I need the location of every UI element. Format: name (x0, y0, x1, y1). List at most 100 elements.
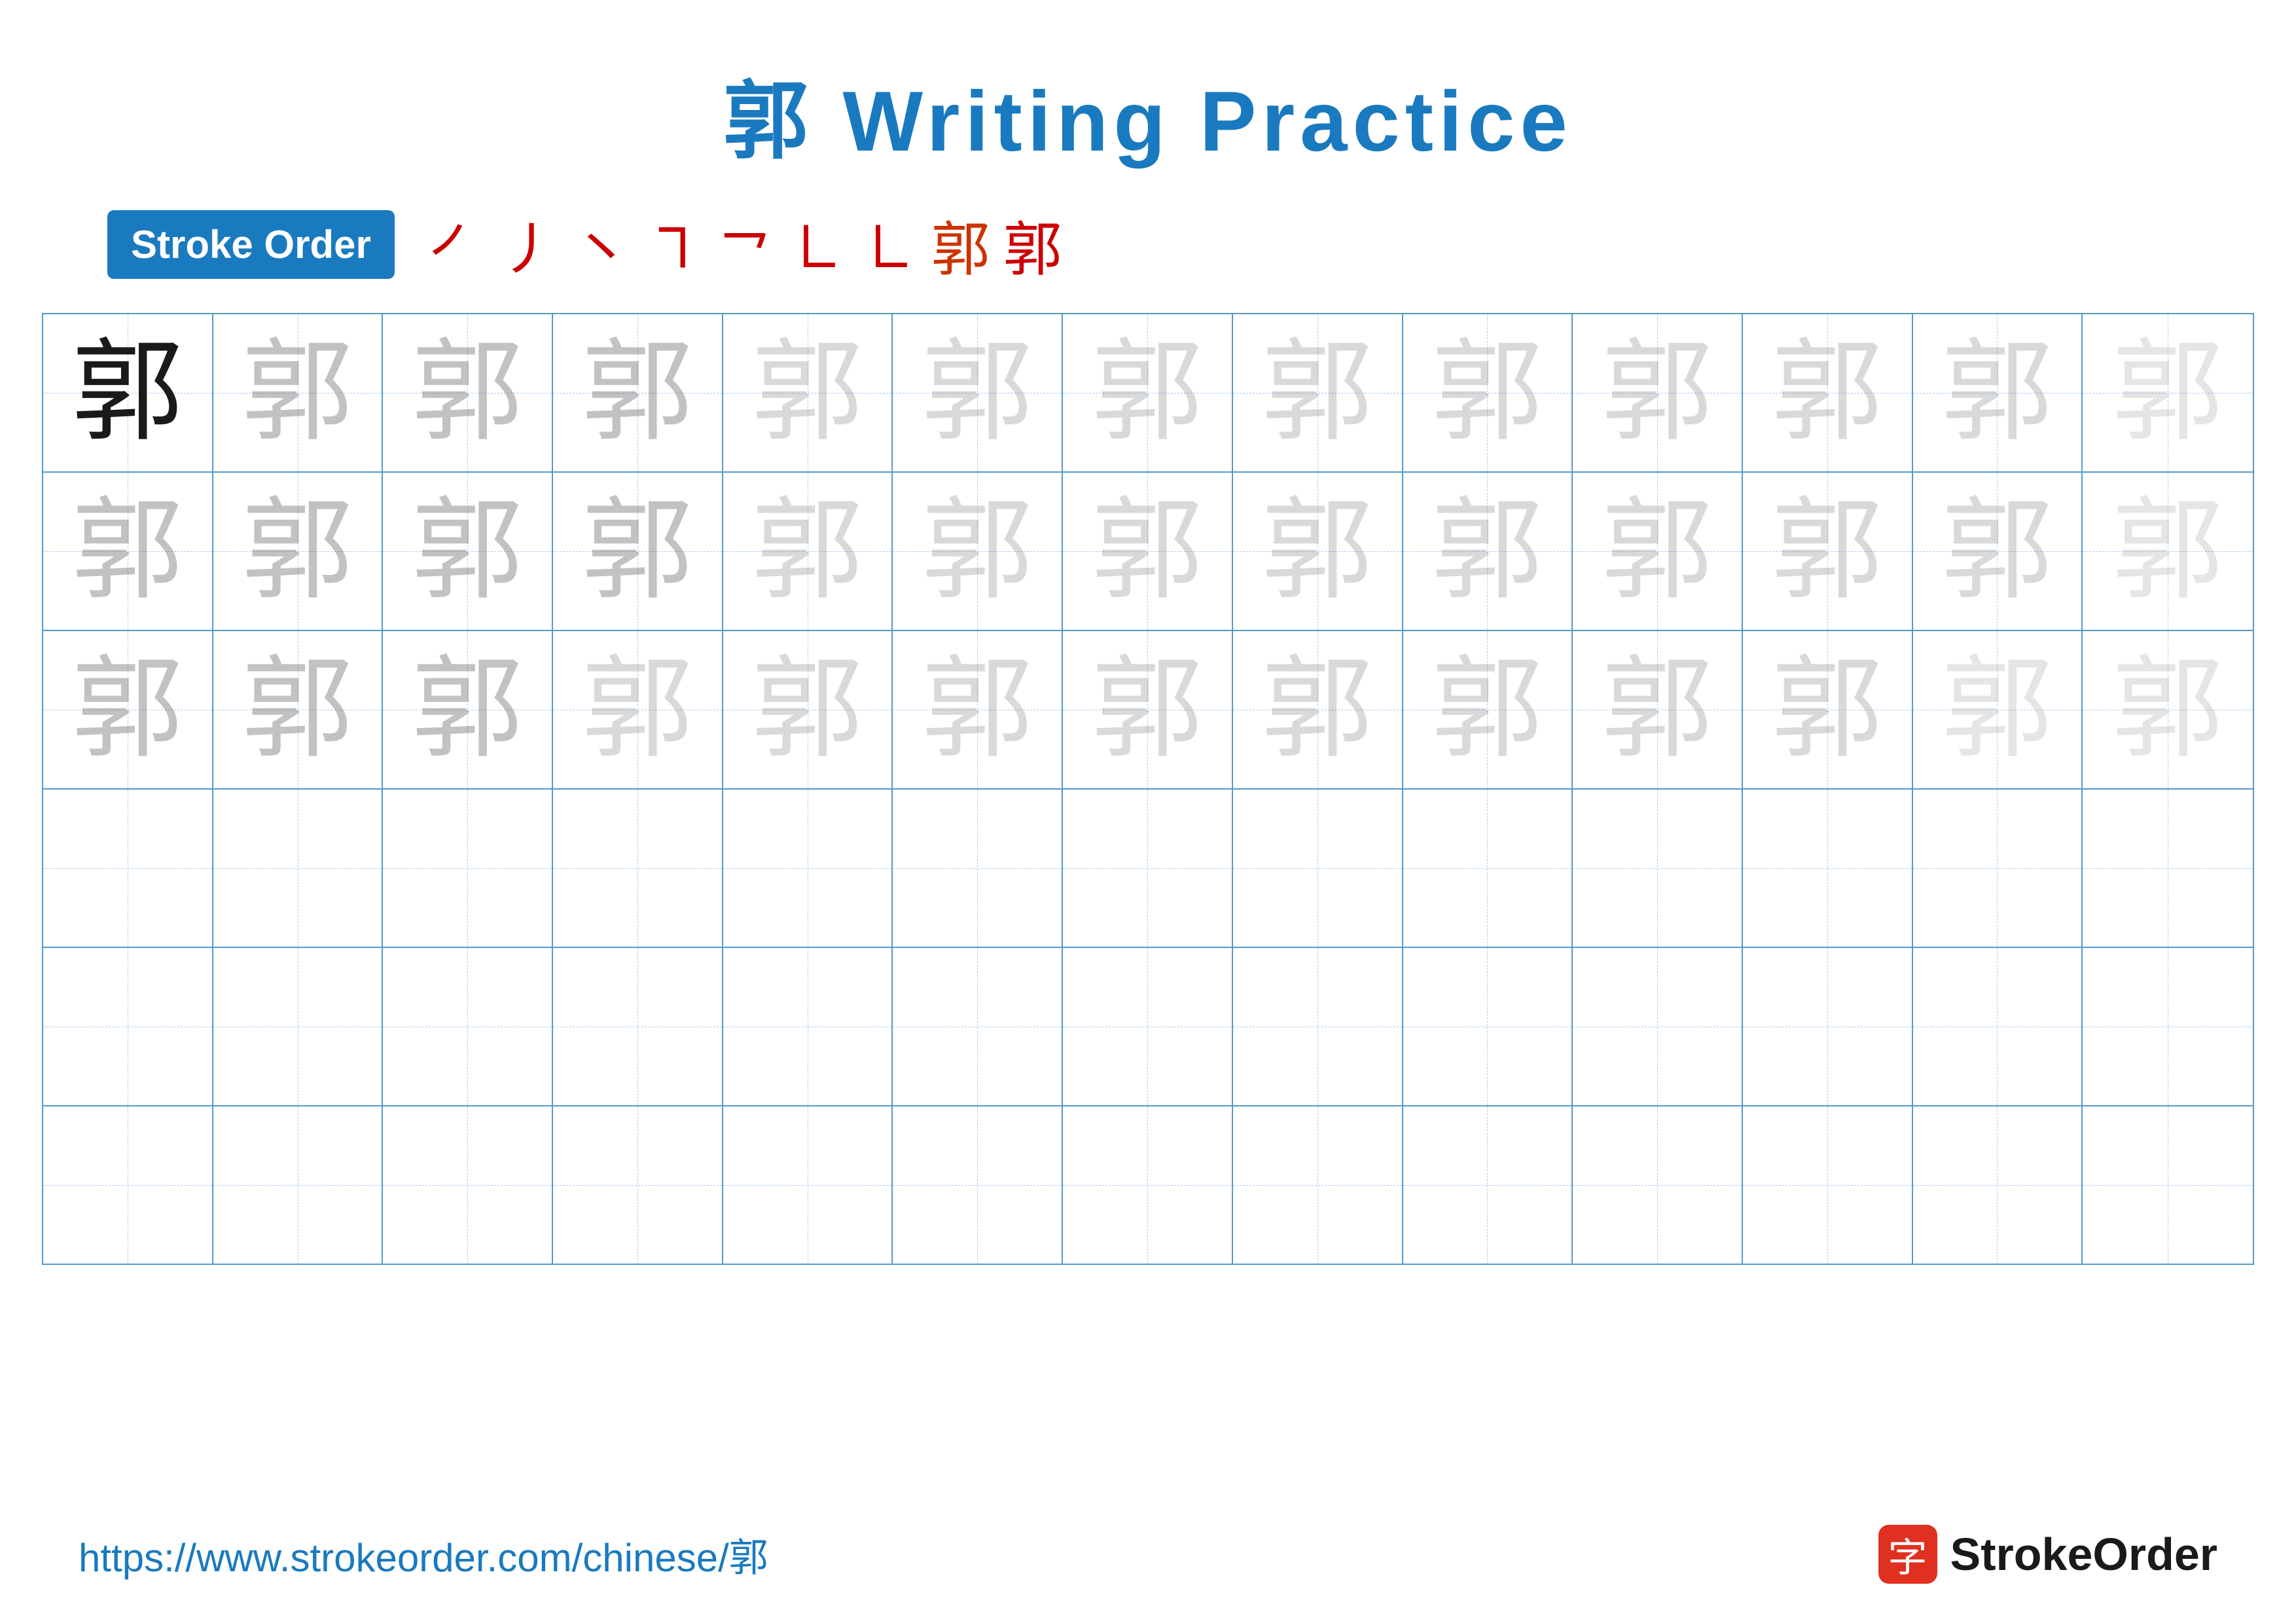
grid-cell[interactable]: 郭 (2083, 473, 2253, 630)
grid-cell[interactable] (1573, 948, 1743, 1105)
grid-cell[interactable] (383, 1106, 553, 1264)
grid-cell[interactable]: 郭 (1743, 473, 1913, 630)
title-text: Writing Practice (842, 73, 1572, 169)
practice-char: 郭 (1772, 337, 1883, 448)
grid-cell[interactable] (43, 948, 213, 1105)
grid-cell[interactable]: 郭 (1743, 314, 1913, 471)
grid-cell[interactable]: 郭 (1403, 473, 1573, 630)
grid-cell[interactable]: 郭 (553, 314, 723, 471)
grid-cell[interactable]: 郭 (383, 314, 553, 471)
grid-cell[interactable]: 郭 (1573, 631, 1743, 788)
grid-cell[interactable] (1573, 790, 1743, 947)
grid-cell[interactable]: 郭 (43, 473, 213, 630)
grid-cell[interactable] (1743, 790, 1913, 947)
grid-cell[interactable]: 郭 (1743, 631, 1913, 788)
grid-cell[interactable] (213, 1106, 384, 1264)
grid-cell[interactable] (383, 948, 553, 1105)
grid-cell[interactable]: 郭 (1063, 473, 1233, 630)
grid-cell[interactable]: 郭 (723, 314, 893, 471)
stroke-sequence: ㇒ ㇓ ㇔ ㇕ ㇖ ㇗ ㇗ 郭 郭 (427, 202, 1062, 287)
grid-cell[interactable]: 郭 (893, 314, 1063, 471)
practice-char: 郭 (72, 654, 183, 765)
grid-cell[interactable]: 郭 (553, 631, 723, 788)
stroke-9: 郭 (1003, 202, 1062, 287)
grid-cell[interactable] (1403, 790, 1573, 947)
grid-cell[interactable] (1403, 1106, 1573, 1264)
grid-cell[interactable] (1233, 1106, 1403, 1264)
grid-cell[interactable]: 郭 (893, 631, 1063, 788)
grid-cell[interactable] (1063, 790, 1233, 947)
grid-cell[interactable]: 郭 (1233, 631, 1403, 788)
page: 郭 Writing Practice Stroke Order ㇒ ㇓ ㇔ ㇕ … (0, 0, 2296, 1623)
practice-char: 郭 (72, 337, 183, 448)
grid-cell[interactable]: 郭 (553, 473, 723, 630)
grid-cell[interactable] (43, 790, 213, 947)
grid-cell[interactable]: 郭 (1233, 473, 1403, 630)
grid-cell[interactable]: 郭 (1913, 314, 2083, 471)
grid-cell[interactable] (893, 948, 1063, 1105)
brand-name: StrokeOrder (1950, 1528, 2217, 1580)
grid-cell[interactable] (43, 1106, 213, 1264)
grid-cell[interactable] (1913, 790, 2083, 947)
practice-char: 郭 (1602, 654, 1713, 765)
grid-cell[interactable]: 郭 (1913, 631, 2083, 788)
practice-char: 郭 (242, 337, 353, 448)
grid-cell[interactable] (2083, 790, 2253, 947)
stroke-8: 郭 (931, 202, 990, 287)
grid-cell[interactable] (213, 790, 384, 947)
grid-cell[interactable] (383, 790, 553, 947)
grid-cell[interactable]: 郭 (43, 631, 213, 788)
grid-cell[interactable] (723, 790, 893, 947)
grid-cell[interactable]: 郭 (43, 314, 213, 471)
practice-char: 郭 (2112, 337, 2223, 448)
grid-cell[interactable] (1233, 948, 1403, 1105)
grid-cell[interactable] (893, 790, 1063, 947)
grid-row-6 (43, 1106, 2253, 1264)
grid-cell[interactable] (553, 790, 723, 947)
grid-cell[interactable]: 郭 (213, 473, 384, 630)
stroke-5: ㇖ (715, 202, 774, 287)
grid-cell[interactable] (213, 948, 384, 1105)
grid-cell[interactable]: 郭 (1403, 314, 1573, 471)
grid-cell[interactable] (553, 948, 723, 1105)
page-title: 郭 Writing Practice (723, 52, 1572, 175)
grid-cell[interactable]: 郭 (1573, 314, 1743, 471)
grid-cell[interactable]: 郭 (213, 314, 384, 471)
grid-cell[interactable] (723, 1106, 893, 1264)
grid-cell[interactable]: 郭 (1403, 631, 1573, 788)
practice-char: 郭 (1602, 337, 1713, 448)
grid-cell[interactable] (1063, 1106, 1233, 1264)
grid-cell[interactable]: 郭 (1573, 473, 1743, 630)
grid-cell[interactable]: 郭 (383, 473, 553, 630)
grid-cell[interactable]: 郭 (723, 631, 893, 788)
practice-char: 郭 (1941, 496, 2053, 607)
grid-cell[interactable] (893, 1106, 1063, 1264)
grid-cell[interactable]: 郭 (383, 631, 553, 788)
grid-cell[interactable]: 郭 (893, 473, 1063, 630)
grid-cell[interactable] (553, 1106, 723, 1264)
practice-char: 郭 (1431, 496, 1543, 607)
grid-cell[interactable] (1233, 790, 1403, 947)
grid-cell[interactable] (2083, 948, 2253, 1105)
grid-cell[interactable]: 郭 (213, 631, 384, 788)
grid-cell[interactable]: 郭 (1063, 314, 1233, 471)
grid-row-1: 郭 郭 郭 郭 郭 郭 郭 郭 郭 (43, 314, 2253, 473)
grid-cell[interactable]: 郭 (1233, 314, 1403, 471)
grid-cell[interactable] (1403, 948, 1573, 1105)
practice-char: 郭 (412, 337, 523, 448)
grid-cell[interactable] (1743, 1106, 1913, 1264)
grid-cell[interactable] (2083, 1106, 2253, 1264)
grid-cell[interactable]: 郭 (2083, 631, 2253, 788)
grid-cell[interactable] (1573, 1106, 1743, 1264)
grid-cell[interactable] (723, 948, 893, 1105)
grid-cell[interactable]: 郭 (2083, 314, 2253, 471)
grid-cell[interactable]: 郭 (1063, 631, 1233, 788)
brand-icon-char: 字 (1888, 1526, 1928, 1583)
stroke-7: ㇗ (859, 202, 918, 287)
grid-cell[interactable]: 郭 (1913, 473, 2083, 630)
grid-cell[interactable] (1913, 1106, 2083, 1264)
grid-cell[interactable] (1063, 948, 1233, 1105)
grid-cell[interactable] (1743, 948, 1913, 1105)
grid-cell[interactable] (1913, 948, 2083, 1105)
grid-cell[interactable]: 郭 (723, 473, 893, 630)
